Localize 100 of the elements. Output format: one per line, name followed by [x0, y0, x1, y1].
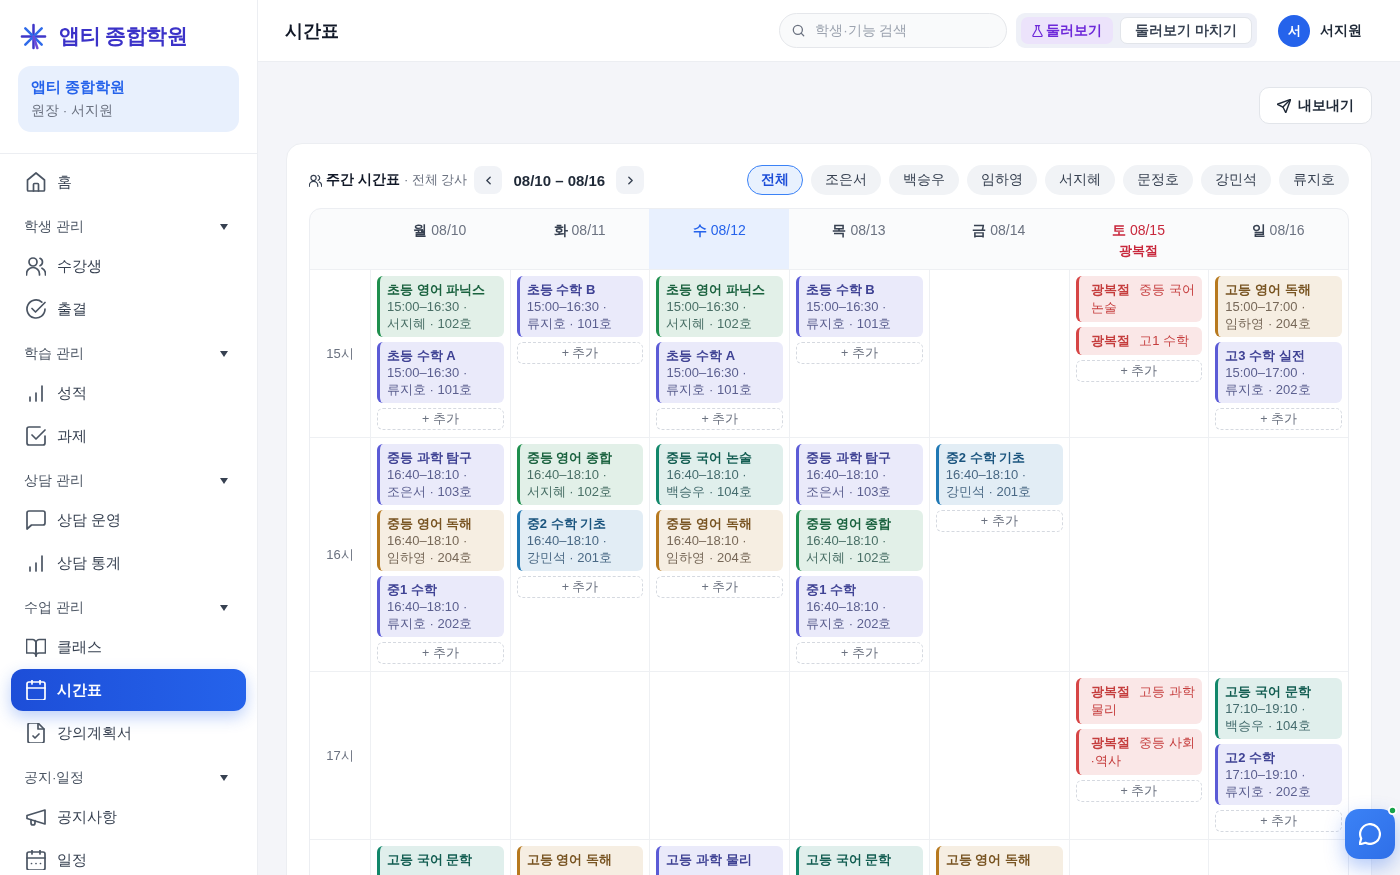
tour-button[interactable]: 둘러보기: [1021, 17, 1114, 44]
add-class-button[interactable]: + 추가: [377, 642, 504, 664]
class-card[interactable]: 고등 과학 물리: [656, 846, 784, 875]
class-card[interactable]: 중등 영어 종합 16:40–18:10 · 서지혜 · 102호: [796, 510, 923, 571]
class-card[interactable]: 중등 과학 탐구 16:40–18:10 · 조은서 · 103호: [377, 444, 504, 505]
search-icon: [792, 24, 806, 37]
weekday-label: 일: [1251, 221, 1266, 240]
add-class-button[interactable]: + 추가: [377, 408, 504, 430]
previous-week-button[interactable]: [474, 166, 503, 194]
teacher-filter-chip[interactable]: 전체: [747, 165, 803, 195]
nav-item[interactable]: 공지사항: [11, 796, 246, 838]
class-card[interactable]: 고등 국어 문학: [377, 846, 504, 875]
chat-button[interactable]: [1345, 809, 1395, 859]
class-title: 고3 수학 실전: [1225, 347, 1306, 364]
teacher-filter-chip[interactable]: 임하영: [967, 165, 1037, 195]
class-card[interactable]: 중2 수학 기초 16:40–18:10 · 강민석 · 201호: [516, 510, 644, 571]
class-card[interactable]: 중등 과학 탐구 16:40–18:10 · 조은서 · 103호: [796, 444, 923, 505]
teacher-filter-chip[interactable]: 서지혜: [1045, 165, 1115, 195]
class-card[interactable]: 초등 수학 B 15:00–16:30 · 류지호 · 101호: [516, 276, 644, 337]
teacher-filter-chip[interactable]: 강민석: [1201, 165, 1271, 195]
nav-group-toggle[interactable]: 학습 관리: [24, 331, 228, 371]
add-class-button[interactable]: + 추가: [796, 642, 923, 664]
class-card[interactable]: 중2 수학 기초 16:40–18:10 · 강민석 · 201호: [935, 444, 1063, 505]
class-card[interactable]: 초등 수학 B 15:00–16:30 · 류지호 · 101호: [796, 276, 923, 337]
user-avatar[interactable]: 서: [1278, 14, 1310, 47]
class-title: 중등 영어 종합: [526, 449, 613, 466]
organization-name: 앱티 종합학원: [31, 77, 127, 97]
add-class-button[interactable]: + 추가: [796, 342, 923, 364]
chat-bubble-icon: [26, 510, 46, 530]
teacher-filter-chip[interactable]: 문정호: [1123, 165, 1193, 195]
class-card[interactable]: 중1 수학 16:40–18:10 · 류지호 · 202호: [377, 576, 504, 637]
next-week-button[interactable]: [616, 166, 645, 194]
nav-item[interactable]: 시간표: [11, 669, 246, 711]
nav-group-toggle[interactable]: 수업 관리: [24, 585, 228, 625]
class-detail: 16:40–18:10 · 임하영 · 204호: [387, 532, 474, 566]
end-tour-button[interactable]: 둘러보기 마치기: [1120, 17, 1252, 44]
class-title: 중등 과학 탐구: [806, 449, 893, 466]
class-title: 고등 과학 물리: [666, 851, 753, 868]
export-button[interactable]: 내보내기: [1259, 87, 1372, 124]
class-title: 초등 수학 B: [526, 281, 597, 298]
class-card[interactable]: 중1 수학 16:40–18:10 · 류지호 · 202호: [796, 576, 923, 637]
date-label: 08/14: [990, 221, 1026, 240]
nav-item[interactable]: 출결: [11, 288, 246, 330]
nav-item[interactable]: 과제: [11, 415, 246, 457]
nav-item[interactable]: 일정: [11, 839, 246, 875]
class-card[interactable]: 초등 영어 파닉스 15:00–16:30 · 서지혜 · 102호: [377, 276, 504, 337]
add-class-button[interactable]: + 추가: [935, 510, 1063, 532]
class-card[interactable]: 고등 영어 독해: [516, 846, 644, 875]
nav-item[interactable]: 클래스: [11, 626, 246, 668]
add-class-button[interactable]: + 추가: [516, 342, 644, 364]
class-detail: 15:00–17:00 · 류지호 · 202호: [1225, 364, 1312, 398]
date-label: 08/16: [1269, 221, 1305, 240]
timetable-title: 주간 시간표: [326, 171, 400, 189]
nav-item[interactable]: 상담 운영: [11, 499, 246, 541]
teacher-filter-chip[interactable]: 백승우: [889, 165, 959, 195]
add-class-button[interactable]: + 추가: [1075, 360, 1203, 382]
class-card[interactable]: 초등 수학 A 15:00–16:30 · 류지호 · 101호: [656, 342, 784, 403]
class-detail: 16:40–18:10 · 강민석 · 201호: [526, 532, 613, 566]
holiday-class-card[interactable]: 광복절 중등 국어 논술: [1075, 276, 1203, 322]
class-card[interactable]: 고등 영어 독해 15:00–17:00 · 임하영 · 204호: [1215, 276, 1342, 337]
teacher-filter-chip[interactable]: 류지호: [1279, 165, 1349, 195]
nav-item[interactable]: 강의계획서: [11, 712, 246, 754]
nav-group-toggle[interactable]: 상담 관리: [24, 458, 228, 498]
search-field[interactable]: 학생·기능 검색: [779, 13, 1008, 48]
add-class-button[interactable]: + 추가: [1075, 780, 1203, 802]
class-card[interactable]: 중등 영어 종합 16:40–18:10 · 서지혜 · 102호: [516, 444, 644, 505]
check-circle-icon: [26, 299, 46, 319]
class-card[interactable]: 초등 수학 A 15:00–16:30 · 류지호 · 101호: [377, 342, 504, 403]
users-icon: [309, 173, 322, 187]
nav-item[interactable]: 홈: [11, 161, 246, 203]
add-class-button[interactable]: + 추가: [1215, 408, 1342, 430]
class-detail: 15:00–16:30 · 서지혜 · 102호: [666, 298, 753, 332]
add-class-button[interactable]: + 추가: [516, 576, 644, 598]
nav-group-toggle[interactable]: 학생 관리: [24, 204, 228, 244]
nav-item[interactable]: 수강생: [11, 245, 246, 287]
class-card[interactable]: 초등 영어 파닉스 15:00–16:30 · 서지혜 · 102호: [656, 276, 784, 337]
bar-chart-icon: [26, 383, 46, 403]
class-title: 고등 국어 문학: [1225, 683, 1312, 700]
nav-item[interactable]: 상담 통계: [11, 542, 246, 584]
add-class-button[interactable]: + 추가: [656, 408, 784, 430]
nav-group-toggle[interactable]: 공지·일정: [24, 755, 228, 795]
add-class-button[interactable]: + 추가: [1215, 810, 1342, 832]
holiday-class-card[interactable]: 광복절 고등 과학 물리: [1075, 678, 1203, 724]
class-card[interactable]: 고2 수학 17:10–19:10 · 류지호 · 202호: [1215, 744, 1342, 805]
class-card[interactable]: 중등 영어 독해 16:40–18:10 · 임하영 · 204호: [377, 510, 504, 571]
class-title: 고등 영어 독해: [1225, 281, 1312, 298]
class-card[interactable]: 고등 영어 독해: [935, 846, 1063, 875]
holiday-class-card[interactable]: 광복절 중등 사회·역사: [1075, 729, 1203, 775]
nav-item[interactable]: 성적: [11, 372, 246, 414]
holiday-class-card[interactable]: 광복절 고1 수학: [1075, 327, 1203, 355]
class-title: 중등 영어 종합: [806, 515, 893, 532]
teacher-filter-chip[interactable]: 조은서: [811, 165, 881, 195]
class-card[interactable]: 고3 수학 실전 15:00–17:00 · 류지호 · 202호: [1215, 342, 1342, 403]
date-label: 08/10: [431, 221, 467, 240]
book-icon: [26, 637, 46, 657]
class-card[interactable]: 중등 영어 독해 16:40–18:10 · 임하영 · 204호: [656, 510, 784, 571]
add-class-button[interactable]: + 추가: [656, 576, 784, 598]
class-card[interactable]: 고등 국어 문학 17:10–19:10 · 백승우 · 104호: [1215, 678, 1342, 739]
class-card[interactable]: 고등 국어 문학: [796, 846, 923, 875]
class-card[interactable]: 중등 국어 논술 16:40–18:10 · 백승우 · 104호: [656, 444, 784, 505]
